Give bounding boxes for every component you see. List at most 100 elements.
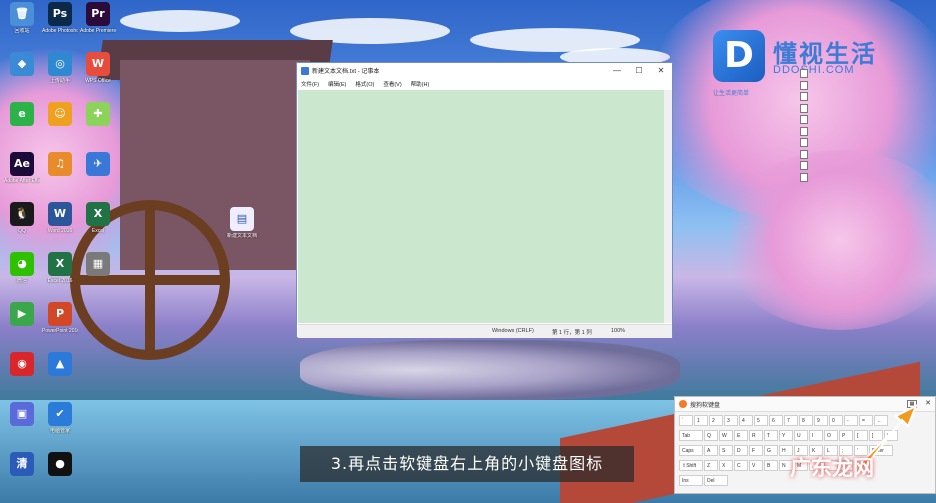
aftereffects-shortcut[interactable]: Ae Adobe After Effects [4,152,40,184]
app-shortcut-3[interactable]: ☺ [42,102,78,128]
security-shortcut[interactable]: ✔ 电脑管家 [42,402,78,434]
soft-keyboard-close-button[interactable]: ✕ [921,399,935,409]
wps-shortcut[interactable]: W WPS Office [80,52,116,84]
menu-format[interactable]: 格式(O) [355,80,374,88]
media-icon: ▶ [10,302,34,326]
key[interactable]: E [734,430,748,441]
key[interactable]: G [764,445,778,456]
menu-edit[interactable]: 编辑(E) [328,80,346,88]
watermark-slogan: 让生活更简单 [713,91,750,97]
key[interactable]: 5 [754,415,768,426]
media-shortcut[interactable]: ▶ [4,302,40,328]
file-list-item[interactable] [800,91,880,103]
app-shortcut-7[interactable]: ▦ [80,252,116,278]
recorder-shortcut[interactable]: ● [42,452,78,478]
key[interactable]: 2 [709,415,723,426]
notepad-scrollbar[interactable] [664,90,672,323]
powerpoint-shortcut[interactable]: P PowerPoint 2016 [42,302,78,334]
browser-shortcut[interactable]: e [4,102,40,128]
key[interactable]: X [719,460,733,471]
key[interactable]: ` [679,415,693,426]
recycle-bin-shortcut[interactable]: 🗑 回收站 [4,2,40,34]
file-list-item[interactable] [800,103,880,115]
key[interactable]: Tab [679,430,703,441]
excel-shortcut[interactable]: X Excel [80,202,116,234]
key[interactable]: ⇧Shift [679,460,703,471]
file-list-item[interactable] [800,68,880,80]
close-button[interactable]: ✕ [650,66,672,75]
security-icon: ✔ [48,402,72,426]
file-list-item[interactable] [800,80,880,92]
aftereffects-icon: Ae [10,152,34,176]
key[interactable]: 4 [739,415,753,426]
file-list-item[interactable] [800,126,880,138]
app-icon-1: ◆ [10,52,34,76]
notepad-title-bar[interactable]: 新建文本文档.txt - 记事本 — ☐ ✕ [297,63,672,78]
key[interactable]: Del [704,475,728,486]
excel2016-shortcut[interactable]: X Excel 2016 [42,252,78,284]
file-list-item[interactable] [800,160,880,172]
file-list-item[interactable] [800,172,880,184]
netease-shortcut[interactable]: ◉ [4,352,40,378]
key[interactable]: T [764,430,778,441]
key[interactable]: D [734,445,748,456]
netease-icon: ◉ [10,352,34,376]
key[interactable]: U [794,430,808,441]
app-shortcut-8[interactable]: ▲ [42,352,78,378]
desktop-icon-label: PowerPoint 2016 [42,328,78,334]
key[interactable]: W [719,430,733,441]
key[interactable]: O [824,430,838,441]
app-shortcut-5[interactable]: ♫ [42,152,78,178]
app-shortcut-1[interactable]: ◆ [4,52,40,78]
key[interactable]: I [809,430,823,441]
key[interactable]: 3 [724,415,738,426]
menu-help[interactable]: 帮助(H) [411,80,430,88]
qq-shortcut[interactable]: 🐧 QQ [4,202,40,234]
file-icon [800,138,808,148]
key[interactable]: 7 [784,415,798,426]
key[interactable]: 1 [694,415,708,426]
file-icon [800,92,808,102]
file-list-item[interactable] [800,114,880,126]
file-icon [800,126,808,136]
key[interactable]: Y [779,430,793,441]
watermark-d-icon: D [713,30,765,82]
key[interactable]: B [764,460,778,471]
key[interactable]: 9 [814,415,828,426]
file-list-item[interactable] [800,137,880,149]
file-list-item[interactable] [800,149,880,161]
key[interactable]: V [749,460,763,471]
text-file-desktop-icon[interactable]: ▤ 新建文本文档 [222,207,262,239]
key[interactable]: R [749,430,763,441]
notepad-text-area[interactable] [298,90,664,323]
maximize-button[interactable]: ☐ [628,66,650,75]
key[interactable]: A [704,445,718,456]
word-shortcut[interactable]: W Word 2016 [42,202,78,234]
wechat-shortcut[interactable]: ◕ 微信 [4,252,40,284]
app-shortcut-10[interactable]: 清 [4,452,40,478]
app-shortcut-9[interactable]: ▣ [4,402,40,428]
key[interactable]: 6 [769,415,783,426]
photoshop-shortcut[interactable]: Ps Adobe Photoshop 2020 [42,2,78,34]
key[interactable]: C [734,460,748,471]
recorder-icon: ● [48,452,72,476]
app-shortcut-6[interactable]: ✈ [80,152,116,178]
app-shortcut-2[interactable]: ◎ 上传助手 [42,52,78,84]
key[interactable]: Caps [679,445,703,456]
wechat-icon: ◕ [10,252,34,276]
key[interactable]: Ins [679,475,703,486]
notepad-title: 新建文本文档.txt - 记事本 [312,69,380,75]
app-icon-6: ✈ [86,152,110,176]
app-icon-4: ✚ [86,102,110,126]
app-shortcut-4[interactable]: ✚ [80,102,116,128]
key[interactable]: Q [704,430,718,441]
key[interactable]: S [719,445,733,456]
premiere-shortcut[interactable]: Pr Adobe Premiere [80,2,116,34]
key[interactable]: F [749,445,763,456]
menu-view[interactable]: 查看(V) [383,80,401,88]
key[interactable]: 0 [829,415,843,426]
minimize-button[interactable]: — [606,66,628,75]
key[interactable]: 8 [799,415,813,426]
menu-file[interactable]: 文件(F) [301,80,319,88]
key[interactable]: Z [704,460,718,471]
